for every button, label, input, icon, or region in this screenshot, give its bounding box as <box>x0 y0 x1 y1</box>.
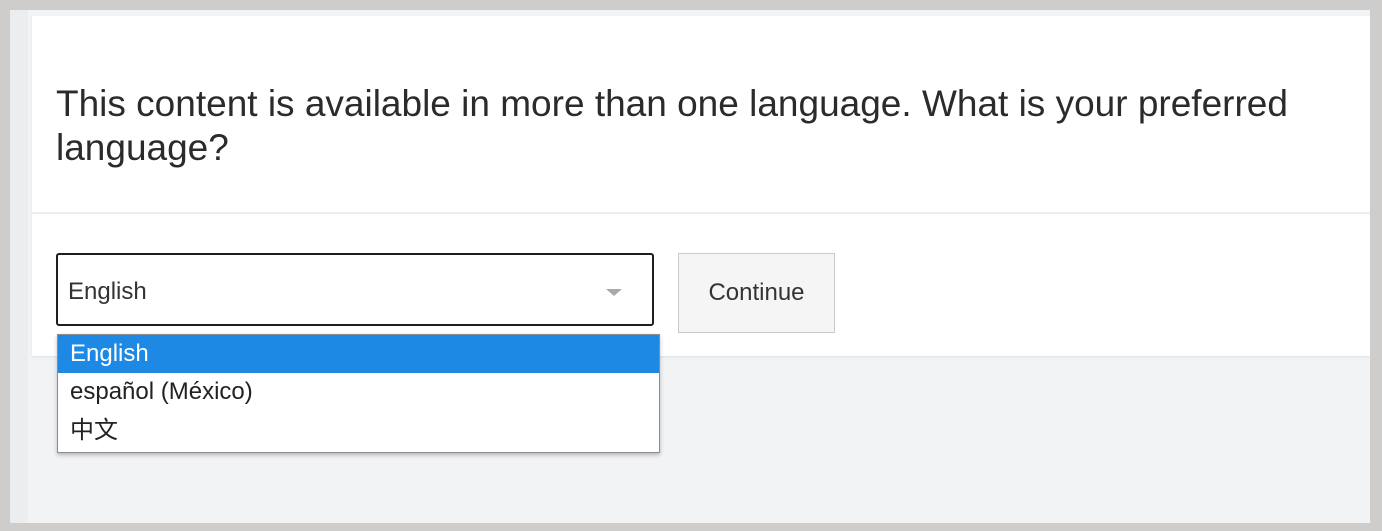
language-select-value: English <box>68 278 147 305</box>
continue-button[interactable]: Continue <box>678 253 835 333</box>
page-frame: This content is available in more than o… <box>10 10 1370 523</box>
page-title: This content is available in more than o… <box>56 83 1288 168</box>
language-dropdown-list: English español (México) 中文 <box>57 334 660 453</box>
option-english[interactable]: English <box>58 335 659 373</box>
left-edge <box>10 10 28 523</box>
language-prompt-card: This content is available in more than o… <box>32 16 1370 356</box>
option-chinese[interactable]: 中文 <box>58 411 659 449</box>
chevron-down-icon <box>606 289 622 296</box>
option-espanol-mexico[interactable]: español (México) <box>58 373 659 411</box>
divider <box>32 212 1370 214</box>
language-select[interactable]: English <box>56 253 654 326</box>
